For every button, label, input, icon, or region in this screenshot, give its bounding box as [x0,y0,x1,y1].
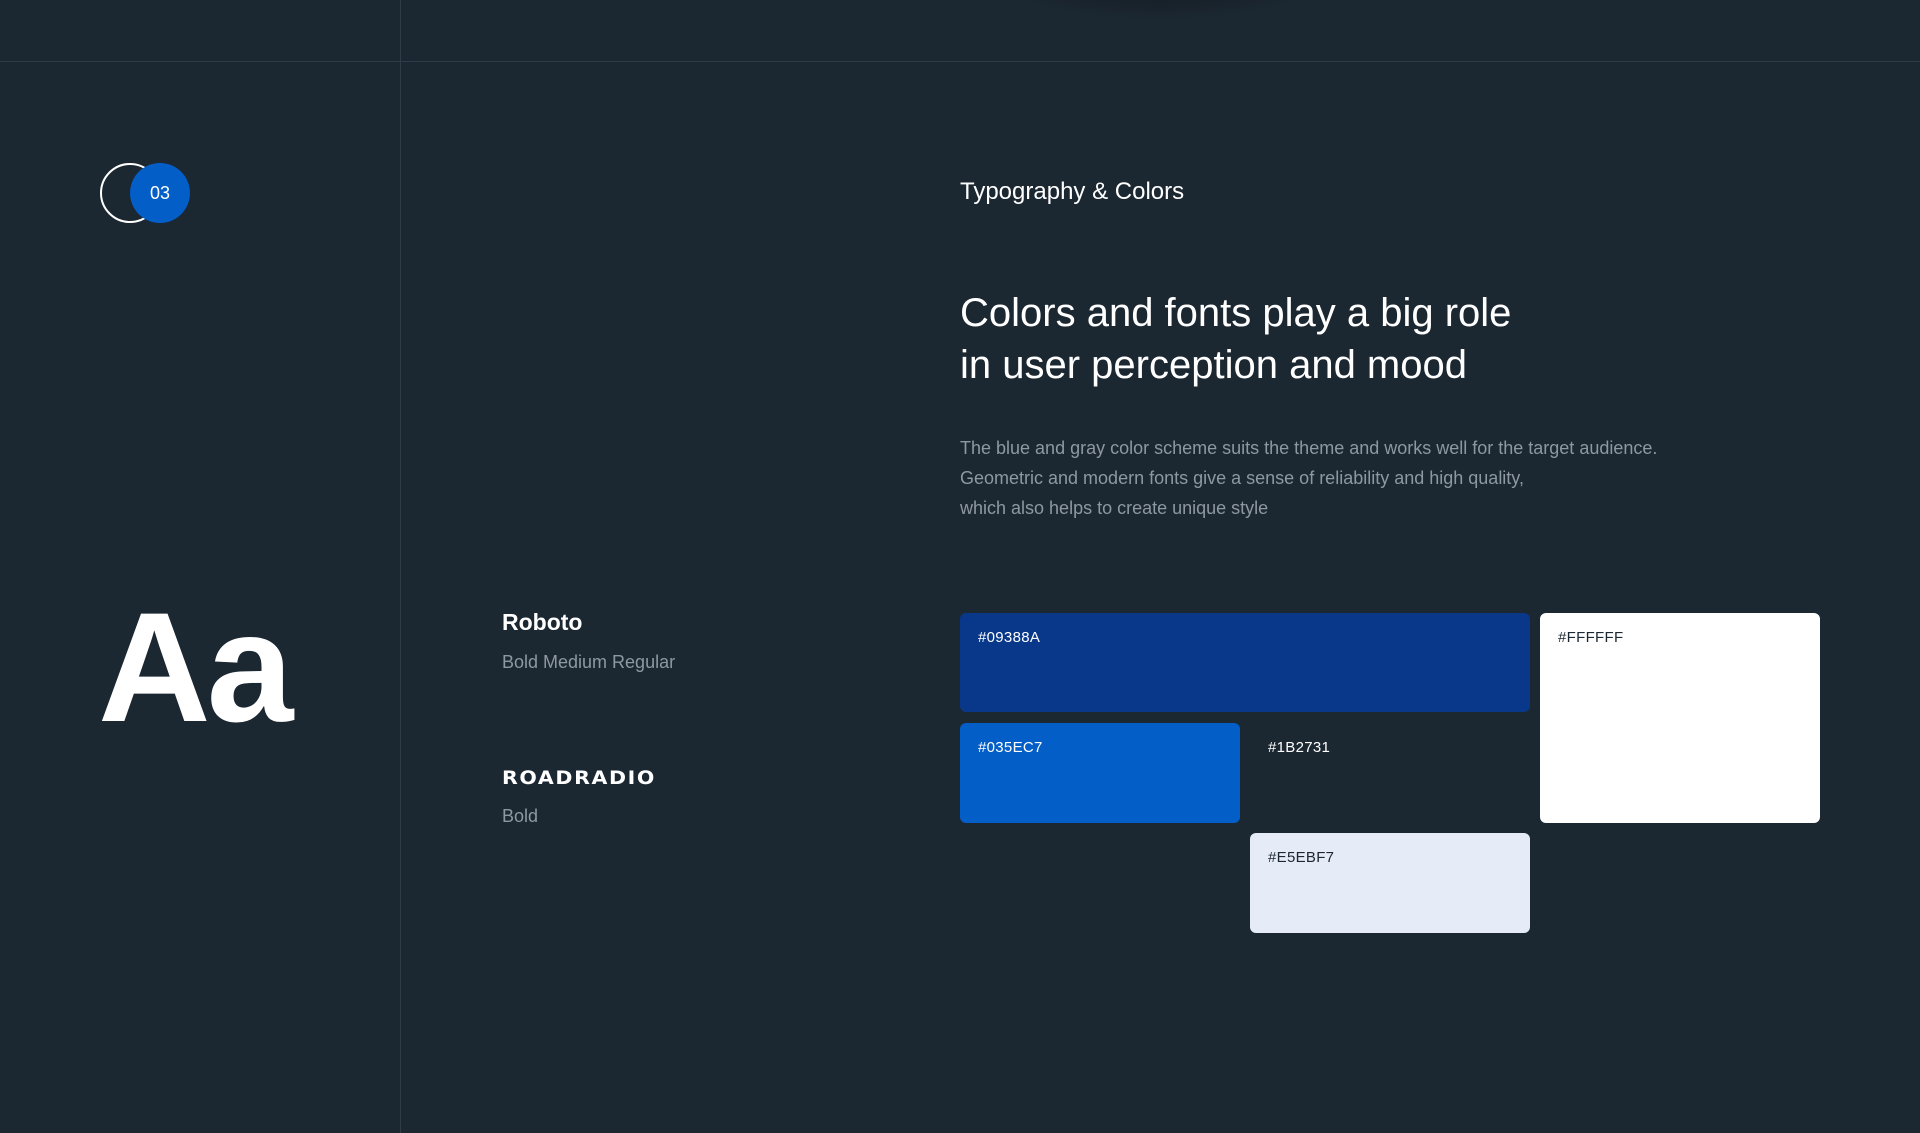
swatch-hex: #FFFFFF [1558,629,1624,646]
color-swatch-light: #E5EBF7 [1250,833,1530,933]
description-line: which also helps to create unique style [960,498,1269,518]
headline-line: in user perception and mood [960,343,1467,387]
swatch-hex: #E5EBF7 [1268,849,1335,866]
font-name-roadradio: ROADRADIO [502,767,656,789]
font-weights-roboto: Bold Medium Regular [502,652,676,672]
headline-line: Colors and fonts play a big role [960,291,1512,335]
swatch-hex: #1B2731 [1268,739,1331,756]
section-number: 03 [130,163,190,223]
horizontal-divider [0,61,1920,62]
color-swatch-blue: #035EC7 [960,723,1240,823]
font-weights-roadradio: Bold [502,806,539,826]
color-swatch-white: #FFFFFF [1540,613,1820,823]
description-line: Geometric and modern fonts give a sense … [960,468,1524,488]
section-number-badge: 03 [100,163,192,223]
color-swatch-background: #1B2731 [1250,723,1530,823]
typography-colors-slide: 03 Aa Roboto Bold Medium Regular ROADRAD… [0,0,1920,1133]
font-name-roboto: Roboto [502,609,583,635]
vertical-divider [400,0,401,1133]
description: The blue and gray color scheme suits the… [960,433,1780,523]
type-sample: Aa [98,581,293,755]
color-swatch-dark-blue: #09388A [960,613,1530,712]
description-line: The blue and gray color scheme suits the… [960,438,1658,458]
swatch-hex: #09388A [978,629,1041,646]
top-shadow [1000,0,1320,20]
section-title: Typography & Colors [960,178,1185,205]
headline: Colors and fonts play a big role in user… [960,287,1660,391]
swatch-hex: #035EC7 [978,739,1043,756]
